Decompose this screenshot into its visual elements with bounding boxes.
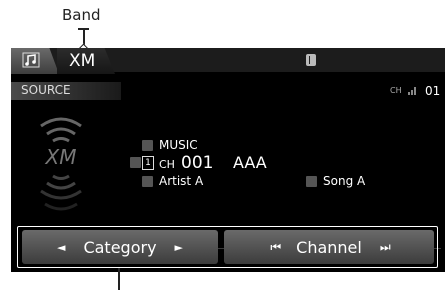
song-icon: [306, 176, 317, 187]
music-note-icon: [22, 52, 40, 68]
ch-number: 01: [425, 84, 441, 98]
channel-number: 001: [181, 153, 214, 173]
artist-icon: [142, 176, 153, 187]
song-name: Song A: [323, 174, 366, 188]
svg-text:XM: XM: [45, 145, 77, 169]
preset-number: 1: [142, 156, 154, 170]
xm-channel-icon: [130, 157, 141, 168]
channel-next-icon[interactable]: ⏭: [380, 240, 391, 255]
bluetooth-icon: [306, 54, 316, 66]
bottom-callout-line: [118, 268, 120, 290]
station-name: AAA: [233, 153, 267, 172]
ch-prefix: CH: [159, 158, 175, 171]
signal-icon: [408, 87, 416, 95]
channel-button[interactable]: ⏮ Channel ⏭: [224, 230, 434, 264]
band-callout-label: Band: [62, 6, 101, 24]
category-label: Category: [83, 237, 157, 257]
source-label: SOURCE: [21, 83, 71, 97]
category-name: MUSIC: [159, 138, 198, 152]
artist-name: Artist A: [159, 174, 204, 188]
ch-label: CH: [390, 86, 402, 95]
xm-logo-icon: XM: [40, 117, 82, 211]
channel-label: Channel: [296, 237, 362, 257]
band-callout-line-h: [78, 28, 89, 30]
xm-band-label: XM: [69, 51, 96, 71]
category-button[interactable]: ◄ Category ►: [22, 230, 218, 264]
category-icon: [142, 140, 153, 151]
category-prev-icon[interactable]: ◄: [57, 241, 65, 254]
category-next-icon[interactable]: ►: [175, 241, 183, 254]
channel-prev-icon[interactable]: ⏮: [270, 240, 281, 255]
